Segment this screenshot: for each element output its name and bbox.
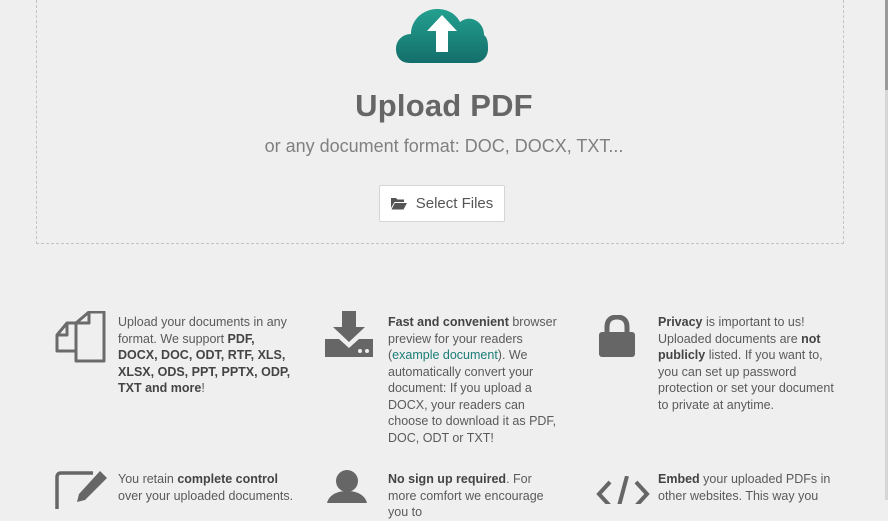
download-icon bbox=[325, 311, 373, 357]
edit-icon bbox=[55, 471, 107, 509]
feature-formats: Upload your documents in any format. We … bbox=[118, 315, 291, 395]
lock-icon bbox=[599, 315, 635, 357]
user-icon bbox=[327, 470, 367, 503]
feature-control: You retain complete control over your up… bbox=[118, 472, 294, 503]
documents-icon bbox=[55, 311, 106, 363]
upload-title: Upload PDF bbox=[355, 88, 533, 123]
feature-privacy: Privacy is important to us! Uploaded doc… bbox=[658, 315, 834, 412]
feature-preview: Fast and convenient browser preview for … bbox=[388, 315, 557, 445]
cloud-upload-icon bbox=[396, 9, 488, 63]
select-files-button[interactable]: Select Files bbox=[379, 185, 505, 222]
example-document-link[interactable]: example document bbox=[392, 348, 498, 362]
select-files-label: Select Files bbox=[415, 195, 494, 212]
folder-open-icon bbox=[390, 198, 407, 210]
feature-signup: No sign up required. For more comfort we… bbox=[388, 472, 544, 519]
feature-embed: Embed your uploaded PDFs in other websit… bbox=[658, 472, 831, 503]
upload-subtitle: or any document format: DOC, DOCX, TXT..… bbox=[264, 136, 624, 156]
